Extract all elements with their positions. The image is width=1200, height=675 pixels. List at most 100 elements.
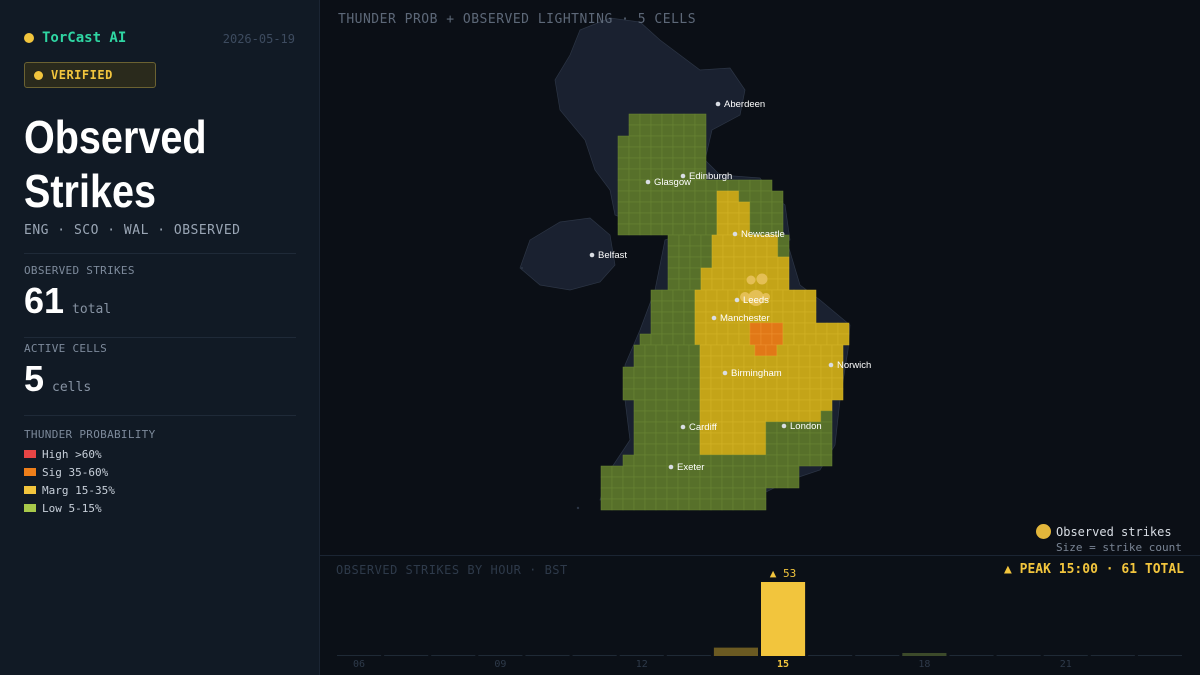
grid-cell [694, 322, 707, 335]
grid-cell [700, 256, 713, 269]
chart-bar-14[interactable] [713, 647, 758, 656]
grid-cell [672, 212, 685, 225]
grid-cell [798, 432, 811, 445]
grid-cell [754, 388, 767, 401]
grid-cell [809, 432, 822, 445]
grid-cell [809, 399, 822, 412]
grid-cell [727, 190, 740, 203]
grid-cell [787, 388, 800, 401]
grid-cell [633, 388, 646, 401]
grid-cell [710, 366, 723, 379]
grid-cell [644, 465, 657, 478]
grid-cell [721, 388, 734, 401]
grid-cell [760, 333, 773, 346]
grid-cell [683, 322, 696, 335]
grid-cell [777, 278, 790, 291]
grid-cell [804, 311, 817, 324]
city-aberdeen[interactable]: Aberdeen [715, 99, 766, 110]
grid-cell [738, 190, 751, 203]
grid-cell [820, 443, 833, 456]
grid-cell [644, 344, 657, 357]
grid-cell [639, 113, 652, 126]
city-newcastle[interactable]: Newcastle [732, 229, 785, 240]
grid-cell [622, 476, 635, 489]
grid-cell [722, 278, 735, 291]
grid-cell [699, 344, 712, 357]
grid-cell [749, 322, 762, 335]
grid-cell [754, 355, 767, 368]
grid-cell [683, 124, 696, 137]
grid-cell [666, 399, 679, 412]
grid-cell [661, 333, 674, 346]
chart-bar-18[interactable] [902, 653, 947, 656]
grid-cell [782, 322, 795, 335]
grid-cell [776, 355, 789, 368]
grid-cell [639, 212, 652, 225]
city-birmingham[interactable]: Birmingham [722, 368, 782, 379]
grid-cell [677, 487, 690, 500]
grid-cell [815, 333, 828, 346]
grid-cell [672, 135, 685, 148]
grid-cell [677, 443, 690, 456]
page-title: Observed Strikes [24, 110, 265, 218]
chart-bar-15[interactable] [761, 582, 806, 656]
grid-cell [688, 432, 701, 445]
grid-cell [710, 454, 723, 467]
grid-cell [699, 476, 712, 489]
grid-cell [628, 146, 641, 159]
grid-cell [683, 300, 696, 313]
chart-baseline [949, 655, 994, 656]
grid-cell [727, 322, 740, 335]
grid-cell [721, 487, 734, 500]
grid-cell [721, 399, 734, 412]
city-manchester[interactable]: Manchester [711, 313, 770, 324]
legend-swatch [24, 450, 36, 458]
grid-cell [815, 322, 828, 335]
grid-cell [633, 465, 646, 478]
grid-cell [617, 212, 630, 225]
grid-cell [732, 399, 745, 412]
grid-cell [600, 487, 613, 500]
grid-cell [639, 135, 652, 148]
grid-cell [716, 223, 729, 236]
grid-cell [617, 179, 630, 192]
grid-cell [666, 498, 679, 511]
uk-map[interactable]: Aberdeen Edinburgh Glasgow Newcastle Bel… [320, 0, 1200, 555]
grid-cell [727, 300, 740, 313]
grid-cell [776, 388, 789, 401]
grid-cell [771, 201, 784, 214]
chart-tick-label: 18 [918, 659, 930, 670]
sidebar: TorCast AI 2026-05-19 VERIFIED Observed … [0, 0, 320, 675]
grid-cell [666, 366, 679, 379]
grid-cell [672, 124, 685, 137]
grid-cell [820, 377, 833, 390]
grid-cell [611, 498, 624, 511]
grid-cell [611, 487, 624, 500]
grid-cell [727, 201, 740, 214]
grid-cell [694, 300, 707, 313]
grid-cell [749, 212, 762, 225]
grid-cell [711, 256, 724, 269]
grid-cell [754, 410, 767, 423]
grid-cell [661, 300, 674, 313]
grid-cell [771, 212, 784, 225]
grid-cell [650, 190, 663, 203]
grid-cell [683, 333, 696, 346]
grid-cell [732, 355, 745, 368]
grid-cell [765, 355, 778, 368]
grid-cell [650, 223, 663, 236]
grid-cell [666, 410, 679, 423]
grid-cell [667, 234, 680, 247]
grid-cell [688, 355, 701, 368]
grid-cell [787, 454, 800, 467]
grid-cell [777, 245, 790, 258]
grid-cell [809, 443, 822, 456]
grid-cell [765, 421, 778, 434]
grid-cell [617, 190, 630, 203]
grid-cell [678, 234, 691, 247]
grid-cell [738, 212, 751, 225]
grid-cell [661, 135, 674, 148]
grid-cell [798, 366, 811, 379]
grid-cell [820, 344, 833, 357]
grid-cell [738, 201, 751, 214]
